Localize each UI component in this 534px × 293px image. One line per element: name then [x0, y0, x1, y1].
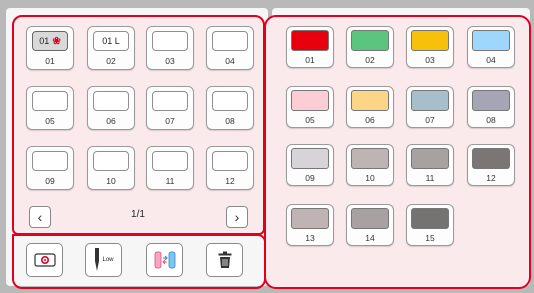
next-page-button[interactable]: › — [226, 206, 248, 228]
color-swatch-button[interactable]: 11 — [406, 144, 454, 186]
memory-slot[interactable]: 11 — [146, 146, 194, 190]
delete-button[interactable] — [206, 243, 243, 277]
pattern-memory-icon — [33, 253, 56, 267]
color-swatch-number: 04 — [486, 55, 496, 65]
chevron-right-icon: › — [234, 209, 240, 225]
memory-slot-content — [152, 31, 188, 51]
color-swatch — [411, 148, 449, 169]
color-swatch — [351, 148, 389, 169]
color-swatch-button[interactable]: 13 — [286, 204, 334, 246]
color-swatch — [411, 30, 449, 51]
color-swatch-number: 08 — [486, 115, 496, 125]
needle-low-button[interactable]: Low — [85, 243, 122, 277]
memory-slot-number: 03 — [165, 56, 175, 66]
color-swatch — [472, 30, 510, 51]
color-swatch — [351, 30, 389, 51]
memory-slot[interactable]: 05 — [26, 86, 74, 130]
color-swatch — [472, 90, 510, 111]
color-swatch-number: 05 — [305, 115, 315, 125]
memory-slot-number: 02 — [106, 56, 116, 66]
needle-low-label: Low — [102, 257, 114, 263]
needle-position-icon — [95, 248, 100, 271]
stitch-pattern-icon: ❀ — [52, 35, 61, 47]
memory-slot-number: 09 — [45, 176, 55, 186]
color-swatch-button[interactable]: 02 — [346, 26, 394, 68]
memory-slot-number: 12 — [225, 176, 235, 186]
memory-slot[interactable]: 08 — [206, 86, 254, 130]
color-swatch — [411, 208, 449, 229]
memory-slot[interactable]: 09 — [26, 146, 74, 190]
color-swatch-number: 10 — [365, 173, 375, 183]
color-swatch-number: 07 — [425, 115, 435, 125]
color-swatch-button[interactable]: 05 — [286, 86, 334, 128]
memory-slot-content — [32, 151, 68, 171]
memory-slot-content — [93, 91, 129, 111]
memory-slot-content: 01 ❀ — [32, 31, 68, 51]
memory-slot[interactable]: 01 L 02 — [87, 26, 135, 70]
color-swatch-button[interactable]: 12 — [467, 144, 515, 186]
color-swatch-button[interactable]: 14 — [346, 204, 394, 246]
memory-slot[interactable]: 01 ❀ 01 — [26, 26, 74, 70]
memory-slot-content — [212, 91, 248, 111]
memory-slot-content-text: 01 — [39, 36, 50, 46]
color-swatch-button[interactable]: 09 — [286, 144, 334, 186]
memory-slot-number: 04 — [225, 56, 235, 66]
color-swatch — [291, 30, 329, 51]
trash-icon — [218, 251, 231, 268]
page-indicator: 1/1 — [131, 209, 145, 220]
color-swatch-button[interactable]: 07 — [406, 86, 454, 128]
memory-slot-number: 06 — [106, 116, 116, 126]
color-swatch-button[interactable]: 15 — [406, 204, 454, 246]
memory-slot[interactable]: 03 — [146, 26, 194, 70]
color-swatch-number: 11 — [425, 173, 435, 183]
memory-slot[interactable]: 07 — [146, 86, 194, 130]
color-swatch-button[interactable]: 06 — [346, 86, 394, 128]
color-swatch-number: 13 — [305, 233, 315, 243]
memory-slot-content — [152, 151, 188, 171]
thread-color-swap-icon — [154, 251, 175, 269]
color-swatch-button[interactable]: 10 — [346, 144, 394, 186]
color-swatch — [291, 208, 329, 229]
memory-slot-content — [212, 151, 248, 171]
memory-slot-number: 08 — [225, 116, 235, 126]
color-swatch — [411, 90, 449, 111]
memory-slot[interactable]: 04 — [206, 26, 254, 70]
memory-slot[interactable]: 10 — [87, 146, 135, 190]
color-swatch — [291, 90, 329, 111]
memory-slot-number: 05 — [45, 116, 55, 126]
color-swatch — [351, 90, 389, 111]
color-swatch-button[interactable]: 08 — [467, 86, 515, 128]
color-swatch — [472, 148, 510, 169]
color-swatch-number: 01 — [305, 55, 315, 65]
memory-slot[interactable]: 06 — [87, 86, 135, 130]
color-swatch — [351, 208, 389, 229]
color-swatch-number: 03 — [425, 55, 435, 65]
color-swatch-button[interactable]: 01 — [286, 26, 334, 68]
color-swatch-button[interactable]: 03 — [406, 26, 454, 68]
color-swatch-button[interactable]: 04 — [467, 26, 515, 68]
memory-slot-number: 11 — [165, 176, 175, 186]
color-thread-button[interactable] — [146, 243, 183, 277]
color-swatch — [291, 148, 329, 169]
chevron-left-icon: ‹ — [37, 209, 43, 225]
color-swatch-number: 06 — [365, 115, 375, 125]
memory-slot[interactable]: 12 — [206, 146, 254, 190]
memory-slot-number: 01 — [45, 56, 55, 66]
memory-slot-content — [152, 91, 188, 111]
memory-slot-content: 01 L — [93, 31, 129, 51]
color-swatch-number: 14 — [365, 233, 375, 243]
memory-slot-number: 07 — [165, 116, 175, 126]
memory-slot-content — [212, 31, 248, 51]
color-swatch-number: 15 — [425, 233, 435, 243]
memory-slot-content — [93, 151, 129, 171]
memory-stitch-button[interactable] — [26, 243, 63, 277]
memory-slot-number: 10 — [106, 176, 116, 186]
prev-page-button[interactable]: ‹ — [29, 206, 51, 228]
color-swatch-number: 12 — [486, 173, 496, 183]
color-swatch-number: 02 — [365, 55, 375, 65]
memory-slot-content-text: 01 L — [102, 36, 120, 46]
color-swatch-number: 09 — [305, 173, 315, 183]
memory-slot-content — [32, 91, 68, 111]
